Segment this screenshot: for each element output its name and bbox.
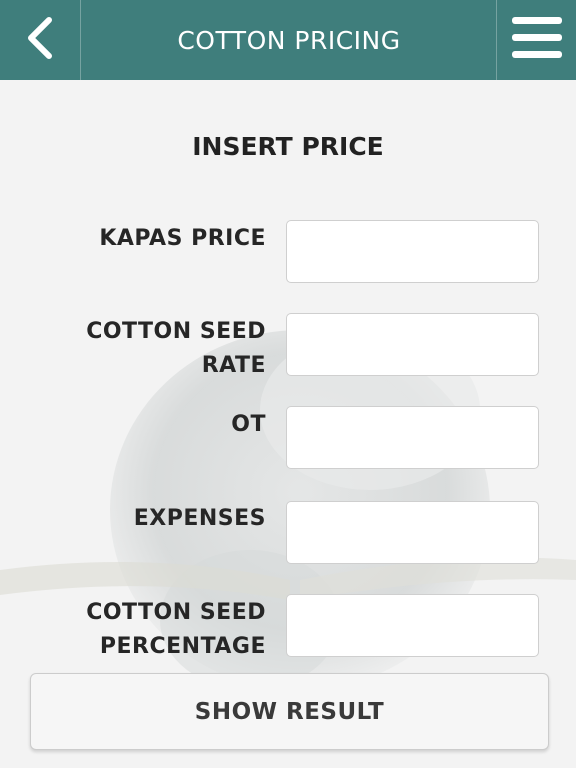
page-title: COTTON PRICING [177, 25, 401, 55]
cotton-seed-rate-input[interactable] [286, 313, 539, 376]
pricing-form: INSERT PRICE KAPAS PRICE COTTON SEED RAT… [0, 80, 576, 768]
show-result-button[interactable]: SHOW RESULT [30, 673, 549, 750]
kapas-price-label: KAPAS PRICE [99, 226, 266, 251]
expenses-label: EXPENSES [133, 506, 266, 531]
cotton-seed-rate-label: COTTON SEED RATE [86, 319, 266, 378]
chevron-left-icon [25, 16, 55, 64]
section-title: INSERT PRICE [192, 132, 384, 161]
ot-input[interactable] [286, 406, 539, 469]
cotton-seed-percentage-label: COTTON SEED PERCENTAGE [86, 600, 266, 659]
app-header: COTTON PRICING [0, 0, 576, 80]
ot-label: OT [231, 412, 266, 437]
menu-button[interactable] [496, 0, 576, 80]
expenses-input[interactable] [286, 501, 539, 564]
cotton-seed-percentage-input[interactable] [286, 594, 539, 657]
kapas-price-input[interactable] [286, 220, 539, 283]
back-button[interactable] [0, 0, 81, 80]
hamburger-menu-icon [511, 17, 562, 63]
